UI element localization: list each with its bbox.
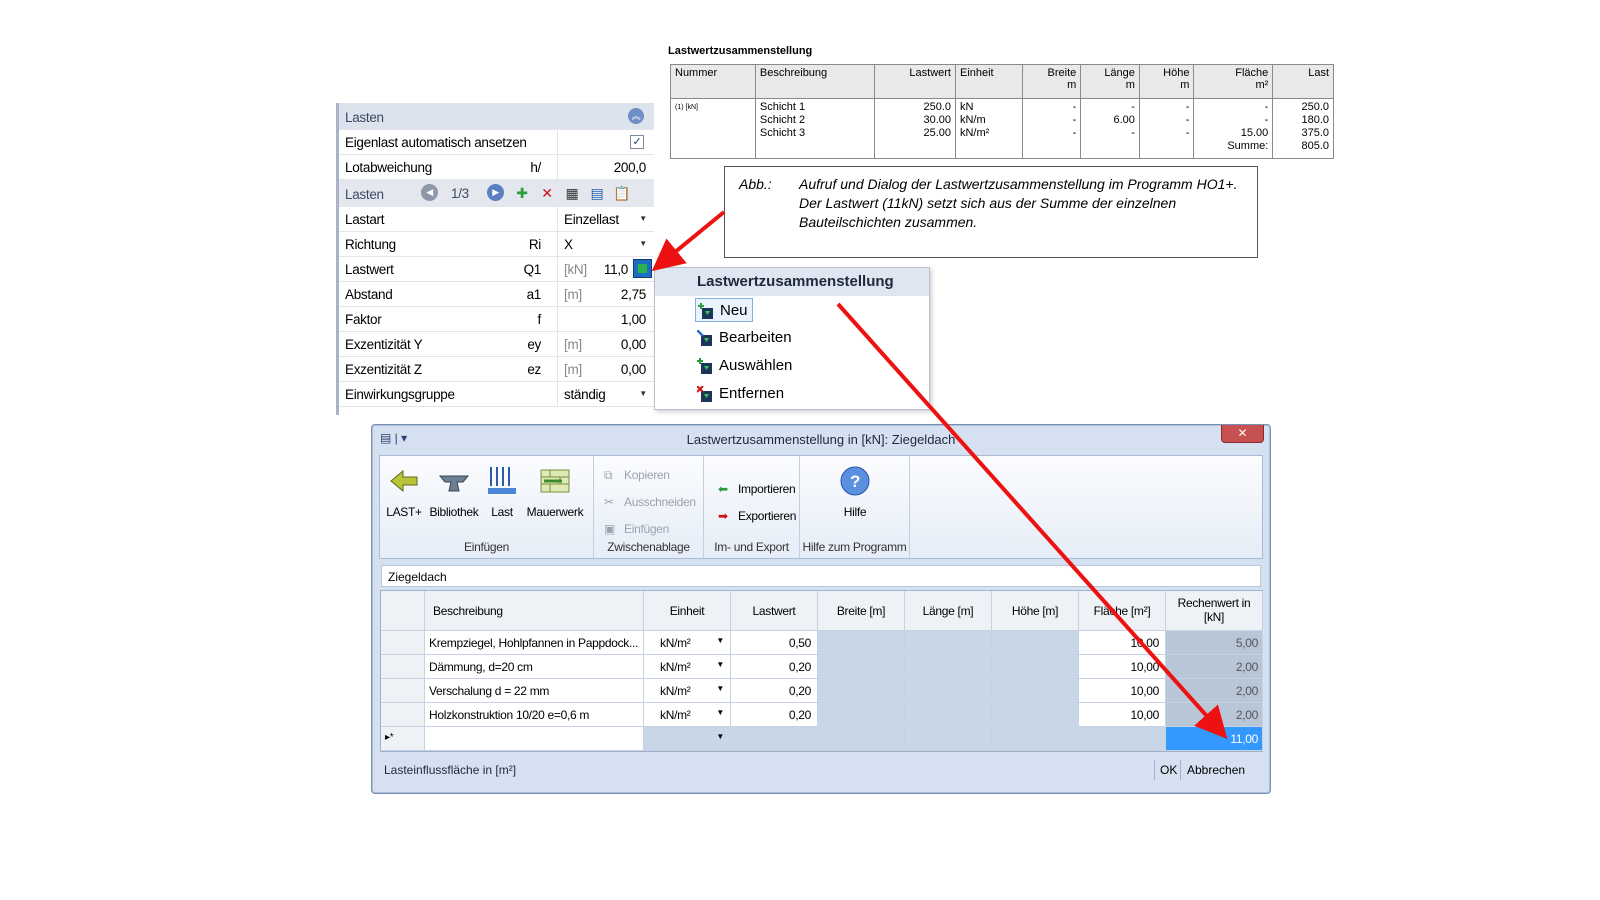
- arrow-to-sum-cell: [836, 302, 1228, 739]
- arrow-to-lastwert-button: [651, 210, 726, 272]
- annotation-arrows: [651, 210, 1228, 739]
